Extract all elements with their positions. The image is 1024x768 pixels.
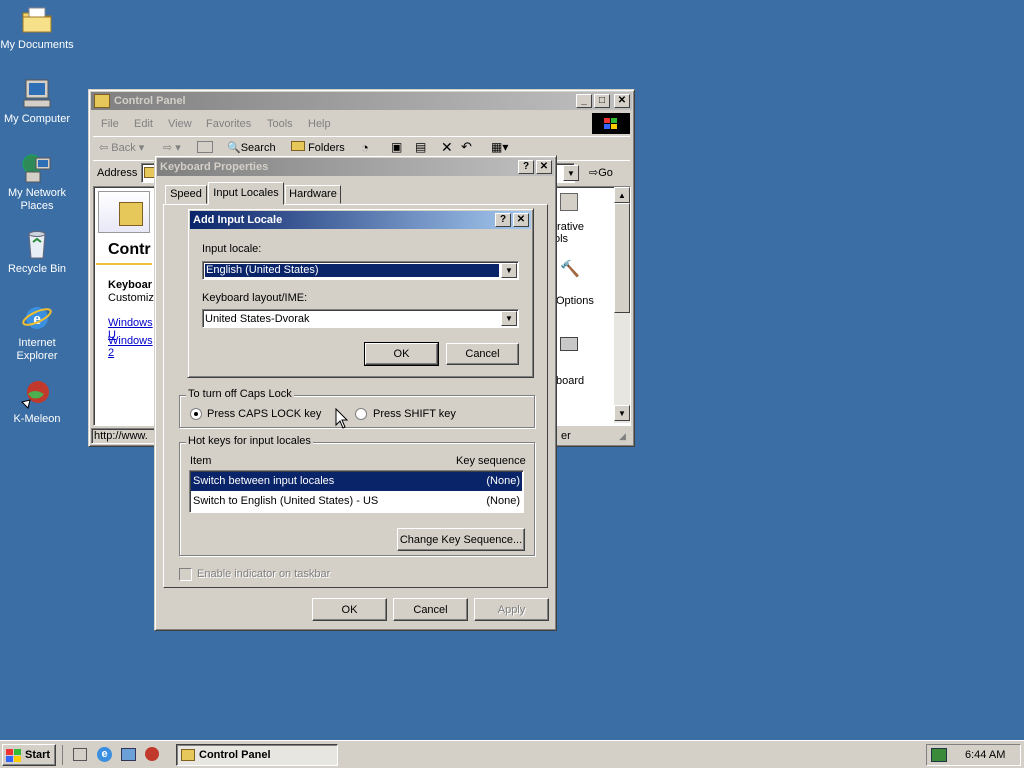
history-icon[interactable]: ◔ bbox=[361, 140, 369, 155]
cancel-button[interactable]: Cancel bbox=[446, 343, 519, 365]
control-panel-icon bbox=[181, 749, 195, 761]
hotkeys-list: Switch between input locales (None) Swit… bbox=[189, 470, 524, 513]
table-row[interactable]: Switch between input locales (None) bbox=[191, 472, 522, 491]
radio-caps-lock[interactable] bbox=[190, 408, 202, 420]
ie-icon: e bbox=[20, 302, 54, 334]
scroll-down-icon[interactable]: ▼ bbox=[614, 405, 630, 421]
ok-button[interactable]: OK bbox=[312, 598, 387, 621]
radio-shift[interactable] bbox=[355, 408, 367, 420]
go-button[interactable]: ⇨Go bbox=[589, 166, 613, 179]
address-dropdown[interactable]: ▼ bbox=[563, 165, 579, 181]
menu-file[interactable]: File bbox=[101, 118, 119, 130]
move-to-icon[interactable]: ▣ bbox=[391, 140, 402, 154]
caps-lock-group: To turn off Caps Lock Press CAPS LOCK ke… bbox=[179, 388, 535, 428]
close-icon[interactable]: ✕ bbox=[513, 213, 529, 227]
cancel-button[interactable]: Cancel bbox=[393, 598, 468, 621]
windows-logo bbox=[592, 113, 630, 134]
webview-panel: Contr Keyboar Customize Windows U Window… bbox=[96, 189, 160, 421]
admin-tools-icon[interactable] bbox=[560, 193, 578, 211]
views-icon[interactable]: ▦▾ bbox=[491, 140, 508, 154]
close-icon[interactable]: ✕ bbox=[536, 160, 552, 174]
delete-icon[interactable]: ✕ bbox=[441, 139, 453, 156]
resize-grip-icon[interactable]: ◢ bbox=[619, 431, 626, 442]
desktop-icon-my-network-places[interactable]: My Network Places bbox=[0, 152, 74, 213]
desktop-icon-my-documents[interactable]: My Documents bbox=[0, 4, 74, 52]
help-icon[interactable]: ? bbox=[518, 160, 534, 174]
hotkeys-group: Hot keys for input locales Item Key sequ… bbox=[179, 435, 535, 556]
input-locale-select[interactable]: English (United States) ▼ bbox=[202, 261, 519, 280]
control-panel-icon bbox=[94, 94, 110, 108]
recycle-bin-icon bbox=[20, 228, 54, 260]
back-arrow-icon: ⇦ bbox=[99, 142, 109, 154]
desktop-icon-my-computer[interactable]: My Computer bbox=[0, 78, 74, 126]
folders-button[interactable]: Folders bbox=[291, 141, 345, 154]
vertical-scrollbar[interactable]: ▲ ▼ bbox=[614, 187, 630, 423]
control-panel-large-icon bbox=[98, 191, 150, 233]
folders-icon bbox=[291, 141, 305, 151]
undo-icon[interactable]: ↶ bbox=[461, 139, 472, 155]
desktop-icon-k-meleon[interactable]: K-Meleon bbox=[0, 378, 74, 426]
maximize-icon[interactable]: □ bbox=[594, 94, 610, 108]
scroll-up-icon[interactable]: ▲ bbox=[614, 187, 630, 203]
chevron-down-icon[interactable]: ▼ bbox=[501, 263, 517, 278]
tab-hardware[interactable]: Hardware bbox=[285, 185, 341, 204]
add-input-locale-dialog: Add Input Locale ? ✕ Input locale: Engli… bbox=[187, 208, 534, 378]
quick-launch: e bbox=[62, 745, 166, 765]
menu-bar: File Edit View Favorites Tools Help bbox=[93, 114, 579, 134]
start-button[interactable]: Start bbox=[2, 744, 56, 766]
back-button[interactable]: ⇦ Back ▾ bbox=[99, 141, 144, 154]
network-icon bbox=[20, 152, 54, 184]
mouse-cursor-icon bbox=[335, 407, 349, 433]
copy-to-icon[interactable]: ▤ bbox=[415, 140, 426, 154]
taskbar: Start e Control Panel 6:44 AM bbox=[0, 740, 1024, 768]
ie-icon[interactable]: e bbox=[97, 747, 112, 762]
help-icon[interactable]: ? bbox=[495, 213, 511, 227]
chevron-down-icon[interactable]: ▼ bbox=[501, 311, 517, 326]
search-button[interactable]: 🔍Search bbox=[227, 141, 276, 154]
menu-tools[interactable]: Tools bbox=[267, 118, 293, 130]
table-row[interactable]: Switch to English (United States) - US (… bbox=[191, 492, 522, 511]
desktop-icon-internet-explorer[interactable]: e Internet Explorer bbox=[0, 302, 74, 363]
search-icon: 🔍 bbox=[227, 142, 241, 154]
clock[interactable]: 6:44 AM bbox=[965, 749, 1005, 761]
show-desktop-icon[interactable] bbox=[73, 748, 87, 761]
outlook-icon[interactable] bbox=[121, 748, 136, 761]
menu-edit[interactable]: Edit bbox=[134, 118, 153, 130]
computer-icon bbox=[20, 78, 54, 110]
close-icon[interactable]: ✕ bbox=[614, 94, 630, 108]
tab-speed[interactable]: Speed bbox=[165, 185, 207, 204]
menu-view[interactable]: View bbox=[168, 118, 192, 130]
menu-help[interactable]: Help bbox=[308, 118, 331, 130]
keyboard-layout-select[interactable]: United States-Dvorak ▼ bbox=[202, 309, 519, 328]
control-panel-titlebar[interactable]: Control Panel _ □ ✕ bbox=[91, 92, 632, 110]
minimize-icon[interactable]: _ bbox=[576, 94, 592, 108]
kmeleon-icon[interactable] bbox=[145, 747, 159, 761]
network-tray-icon[interactable] bbox=[931, 748, 947, 762]
tab-input-locales[interactable]: Input Locales bbox=[208, 182, 284, 205]
windows-2000-link[interactable]: Windows 2 bbox=[108, 335, 153, 359]
go-arrow-icon: ⇨ bbox=[589, 167, 599, 179]
windows-flag-icon bbox=[6, 748, 22, 762]
menu-favorites[interactable]: Favorites bbox=[206, 118, 251, 130]
ok-button[interactable]: OK bbox=[364, 342, 439, 366]
enable-indicator-checkbox[interactable] bbox=[179, 568, 192, 581]
forward-button[interactable]: ⇨ ▾ bbox=[163, 141, 181, 154]
apply-button[interactable]: Apply bbox=[474, 598, 549, 621]
add-input-locale-titlebar[interactable]: Add Input Locale ? ✕ bbox=[190, 211, 531, 229]
up-folder-icon[interactable] bbox=[197, 141, 213, 153]
folder-documents-icon bbox=[20, 4, 54, 36]
kmeleon-icon bbox=[20, 378, 54, 410]
keyboard-properties-titlebar[interactable]: Keyboard Properties ? ✕ bbox=[157, 158, 554, 176]
keyboard-icon[interactable] bbox=[560, 337, 578, 351]
folder-options-icon[interactable]: 🔨 bbox=[560, 259, 580, 279]
change-key-sequence-button[interactable]: Change Key Sequence... bbox=[397, 528, 525, 551]
desktop-icon-recycle-bin[interactable]: Recycle Bin bbox=[0, 228, 74, 276]
system-tray: 6:44 AM bbox=[926, 744, 1021, 766]
taskbar-item-control-panel[interactable]: Control Panel bbox=[176, 744, 338, 766]
scroll-thumb[interactable] bbox=[614, 203, 630, 313]
